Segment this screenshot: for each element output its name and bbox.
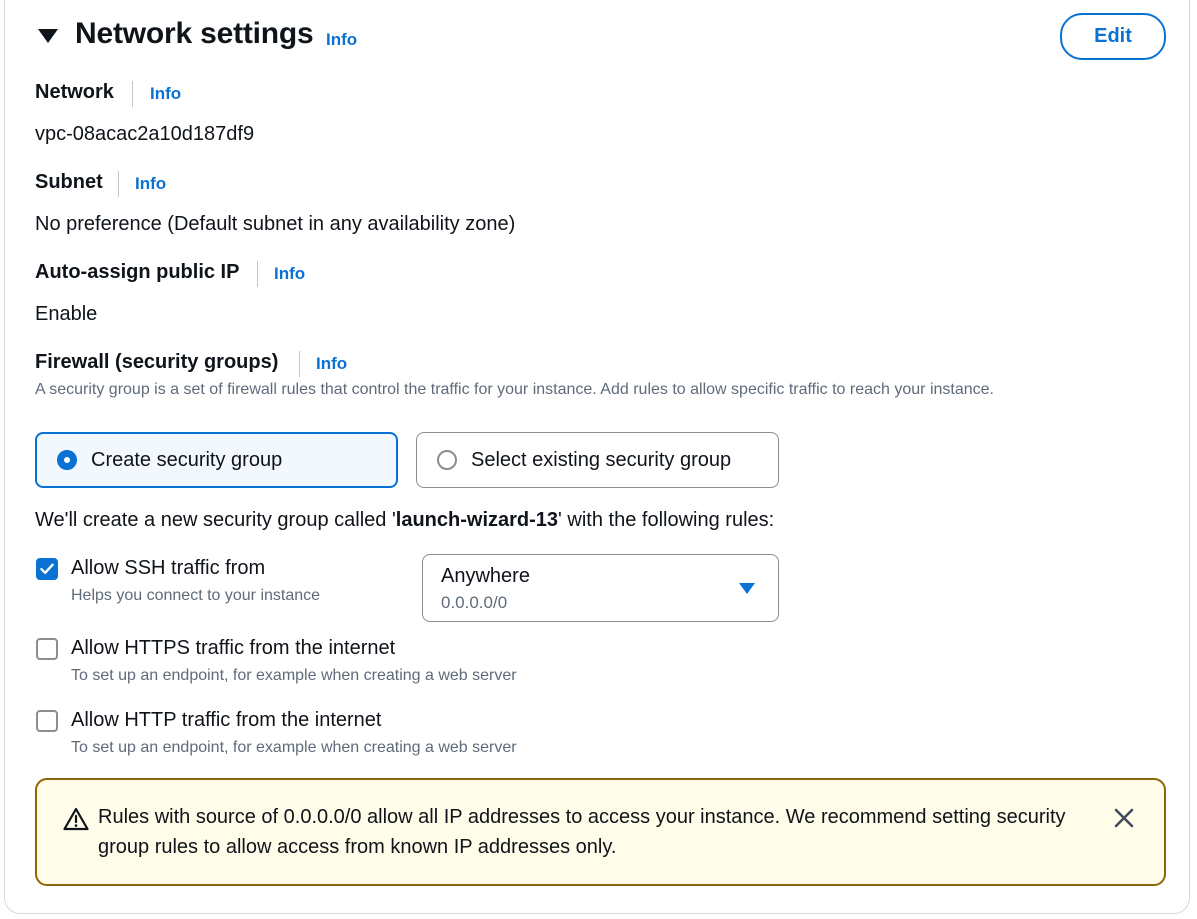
subnet-label: Subnet [35,171,103,193]
label-divider [299,351,300,377]
warning-text: Rules with source of 0.0.0.0/0 allow all… [98,806,1066,858]
public-ip-label: Auto-assign public IP [35,261,240,283]
info-link-subnet[interactable]: Info [135,174,166,194]
http-checkbox[interactable] [36,710,58,732]
checkmark-icon [40,563,54,574]
network-value: vpc-08acac2a10d187df9 [35,123,255,145]
collapse-caret-icon[interactable] [38,29,58,43]
radio-unselected-icon[interactable] [437,450,457,470]
rules-intro-prefix: We'll create a new security group called… [35,509,396,531]
dropdown-caret-icon [739,583,755,594]
option-label: Select existing security group [471,448,732,471]
ssh-rule-title: Allow SSH traffic from [71,557,266,579]
ssh-source-selected: Anywhere [441,565,530,587]
subnet-value: No preference (Default subnet in any ava… [35,213,516,235]
https-rule-description: To set up an endpoint, for example when … [71,667,517,684]
firewall-label: Firewall (security groups) [35,351,279,373]
label-divider [132,81,133,107]
warning-alert: Rules with source of 0.0.0.0/0 allow all… [35,778,1166,886]
option-label: Create security group [91,448,283,471]
close-icon[interactable] [1113,807,1135,834]
http-rule-title: Allow HTTP traffic from the internet [71,709,382,731]
info-link-firewall[interactable]: Info [316,354,347,374]
rules-intro-suffix: ' with the following rules: [558,509,775,531]
https-checkbox[interactable] [36,638,58,660]
info-link-public-ip[interactable]: Info [274,264,305,284]
ssh-rule-description: Helps you connect to your instance [71,587,321,604]
firewall-description: A security group is a set of firewall ru… [35,381,994,398]
ssh-checkbox[interactable] [36,558,58,580]
network-label: Network [35,81,114,103]
security-group-name: launch-wizard-13 [395,509,559,531]
rules-intro: We'll create a new security group called… [35,509,774,532]
info-link-header[interactable]: Info [326,30,357,50]
https-rule-title: Allow HTTPS traffic from the internet [71,637,396,659]
option-select-existing-security-group[interactable]: Select existing security group [416,432,779,488]
ssh-source-select[interactable]: Anywhere 0.0.0.0/0 [422,554,779,622]
radio-selected-icon[interactable] [57,450,77,470]
info-link-network[interactable]: Info [150,84,181,104]
warning-icon [63,807,89,836]
ssh-source-sub: 0.0.0.0/0 [441,593,508,612]
option-create-security-group[interactable]: Create security group [35,432,398,488]
public-ip-value: Enable [35,303,98,325]
label-divider [257,261,258,287]
edit-button[interactable]: Edit [1060,13,1166,60]
section-title: Network settings [75,17,314,50]
label-divider [118,171,119,197]
http-rule-description: To set up an endpoint, for example when … [71,739,517,756]
